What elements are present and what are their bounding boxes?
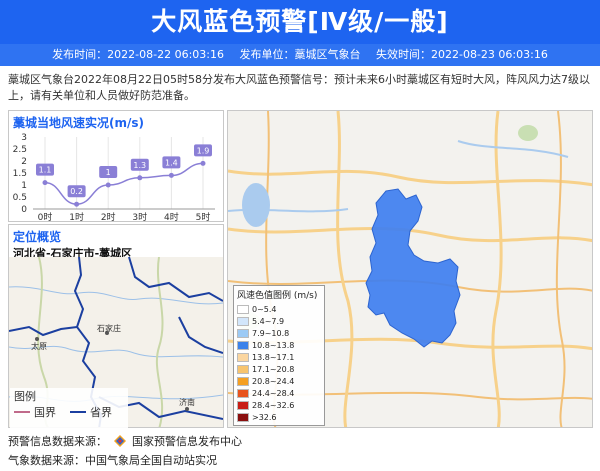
location-legend-title: 图例 [14,390,36,403]
x-tick-label: 3时 [132,211,147,221]
wind-speed-point [42,180,48,186]
wind-speed-data-label: 0.2 [70,187,83,196]
wind-legend-swatch [237,316,249,326]
location-map-legend: 图例 国界 省界 [10,388,128,428]
wind-speed-data-label: 1.9 [197,146,210,155]
national-border-swatch [14,411,30,413]
wind-speed-data-label: 1 [106,168,111,177]
wind-legend-row: 17.1~20.8 [237,363,321,375]
wind-legend-row: 7.9~10.8 [237,327,321,339]
warning-description: 藁城区气象台2022年08月22日05时58分发布大风蓝色预警信号：预计未来6小… [8,73,590,102]
x-tick-label: 5时 [196,211,211,221]
warning-title: 大风蓝色预警[Ⅳ级/一般] [151,7,449,36]
location-panel-title: 定位概览 [13,230,62,244]
provincial-border-label: 省界 [90,406,112,419]
wind-speed-panel: 藁城当地风速实况(m/s) 0 0.5 1 1.5 2 2.5 3 1.1 0时 0.2 1时 1 2时… [8,110,224,222]
y-tick-label: 1.5 [13,169,27,179]
wind-legend-label: 13.8~17.1 [252,352,295,362]
y-tick-label: 1 [21,181,27,191]
warning-header: 大风蓝色预警[Ⅳ级/一般] [0,0,600,44]
wind-legend-row: >32.6 [237,411,321,423]
map-label-shijiazhuang: 石家庄 [97,323,121,333]
wind-legend-label: 10.8~13.8 [252,340,295,350]
x-tick-label: 0时 [38,211,53,221]
wind-legend-row: 5.4~7.9 [237,315,321,327]
wind-speed-point [200,160,206,166]
provincial-border-swatch [70,411,86,413]
wind-legend-swatch [237,400,249,410]
wind-legend-row: 0~5.4 [237,303,321,315]
national-border-label: 国界 [34,406,56,419]
wind-legend-label: >32.6 [252,412,277,422]
publisher: 发布单位：藁城区气象台 [239,48,361,61]
wind-legend-label: 28.4~32.6 [252,400,295,410]
warning-source-name[interactable]: 国家预警信息发布中心 [132,435,242,448]
wind-speed-chart: 0 0.5 1 1.5 2 2.5 3 1.1 0时 0.2 1时 1 2时 1.3 3时 1.4 4时 1.9 5… [13,133,215,221]
wind-speed-data-label: 1.3 [133,161,146,170]
y-tick-label: 3 [21,133,27,143]
x-tick-label: 1时 [69,211,84,221]
y-tick-label: 0.5 [13,193,27,203]
wind-legend-swatch [237,328,249,338]
release-center-logo-icon [113,435,126,447]
wind-legend-title: 风速色值图例 (m/s) [237,291,318,301]
warning-meta-bar: 发布时间：2022-08-22 06:03:16 发布单位：藁城区气象台 失效时… [0,44,600,66]
wind-legend-swatch [237,304,249,314]
warning-source-footer: 预警信息数据来源： 国家预警信息发布中心 [8,433,242,449]
wind-speed-point [74,201,80,207]
wind-legend-row: 20.8~24.4 [237,375,321,387]
wind-speed-data-label: 1.4 [165,158,178,167]
map-label-jinan: 济南 [179,397,195,407]
wind-speed-line [44,162,204,205]
map-label-taiyuan: 太原 [31,341,47,351]
wind-legend-swatch [237,412,249,422]
wind-legend-swatch [237,388,249,398]
publish-time: 发布时间：2022-08-22 06:03:16 [52,48,224,61]
wind-speed-data-label: 1.1 [39,166,52,175]
wind-speed-point [137,175,143,181]
wind-legend-swatch [237,352,249,362]
wind-legend-label: 24.4~28.4 [252,388,295,398]
warning-source-label: 预警信息数据来源： [8,435,107,448]
y-tick-label: 2 [21,157,27,167]
expire-time: 失效时间：2022-08-23 06:03:16 [376,48,548,61]
wind-speed-point [105,182,111,188]
wind-legend-label: 0~5.4 [252,304,277,314]
wind-legend-swatch [237,376,249,386]
wind-legend-swatch [237,364,249,374]
wind-legend-row: 10.8~13.8 [237,339,321,351]
wind-legend-label: 17.1~20.8 [252,364,295,374]
wind-legend-swatch [237,340,249,350]
wind-legend-row: 24.4~28.4 [237,387,321,399]
location-legend-items: 国界 省界 [10,404,128,420]
x-tick-label: 2时 [101,211,116,221]
wind-legend-label: 7.9~10.8 [252,328,290,338]
x-tick-label: 4时 [164,211,179,221]
weather-source-footer: 气象数据来源：中国气象局全国自动站实况 [8,454,217,467]
y-tick-label: 2.5 [13,145,27,155]
wind-legend-label: 5.4~7.9 [252,316,285,326]
y-tick-label: 0 [21,205,27,215]
wind-legend-label: 20.8~24.4 [252,376,295,386]
wind-legend-row: 28.4~32.6 [237,399,321,411]
wind-speed-color-legend: 风速色值图例 (m/s) 0~5.4 5.4~7.9 7.9~10.8 10.8~13… [233,285,325,426]
wind-legend-row: 13.8~17.1 [237,351,321,363]
wind-speed-point [168,172,174,178]
